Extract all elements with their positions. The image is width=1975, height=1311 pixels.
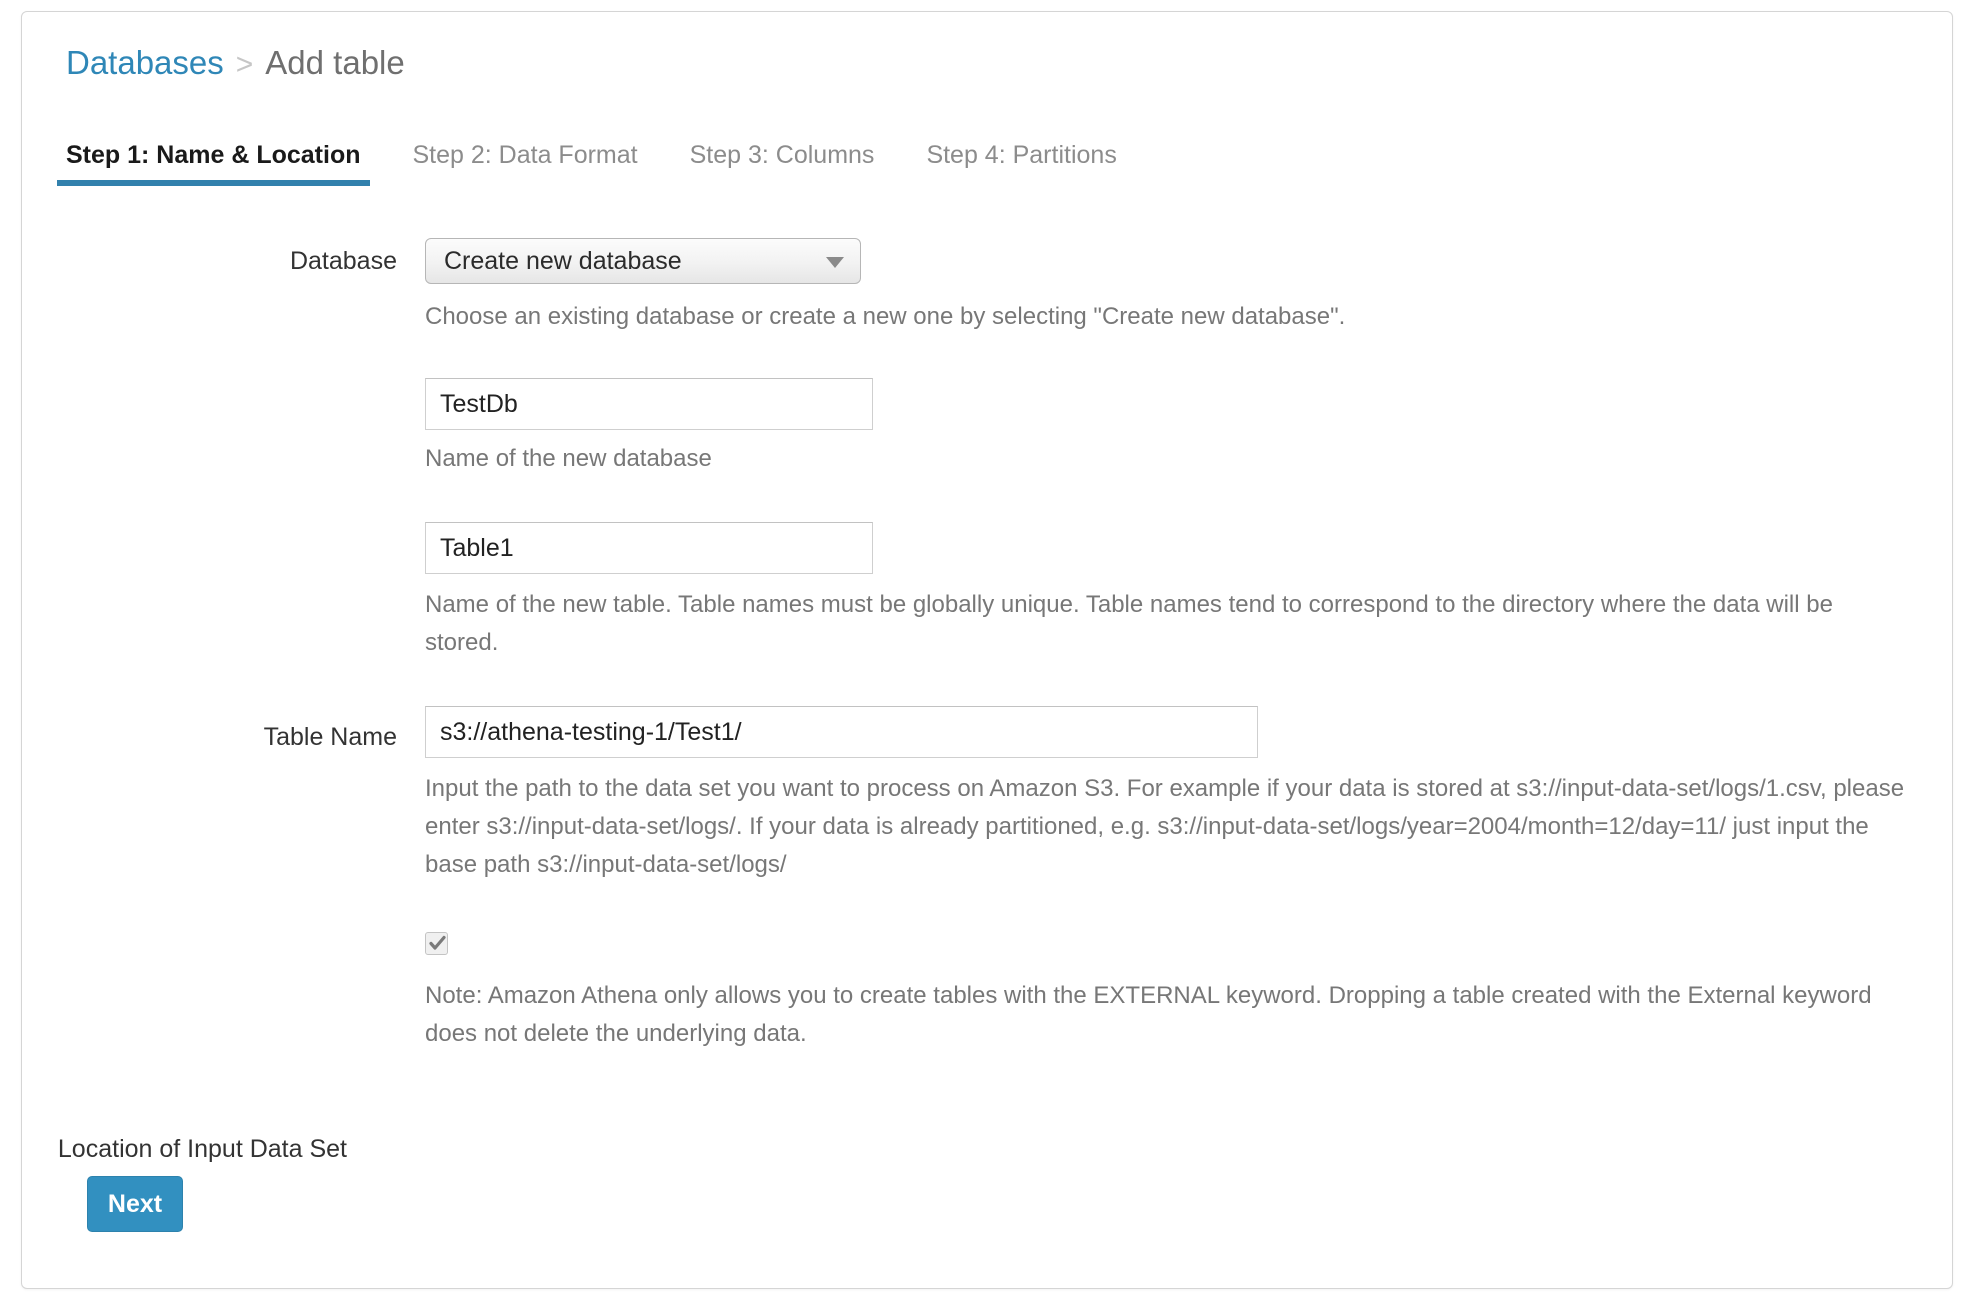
database-select-value: Create new database [444,247,682,275]
wizard-steps-tablist: Step 1: Name & Location Step 2: Data For… [57,140,1117,196]
add-table-form: Database Create new database Choose an e… [22,238,1952,1163]
next-button[interactable]: Next [87,1176,183,1232]
tab-step-3-columns[interactable]: Step 3: Columns [690,140,875,186]
breadcrumb-separator-icon: > [235,48,254,81]
breadcrumb: Databases > Add table [66,42,405,86]
field-external: External Note: Amazon Athena only allows… [22,932,1952,1053]
tab-step-2-data-format[interactable]: Step 2: Data Format [413,140,638,186]
tab-step-1-name-location[interactable]: Step 1: Name & Location [57,140,369,186]
table-name-input[interactable] [425,522,873,574]
field-table-name: Table Name Name of the new table. Table … [22,522,1952,751]
table-name-help-text: Name of the new table. Table names must … [425,591,1833,656]
location-help-text: Input the path to the data set you want … [425,775,1905,878]
location-input[interactable] [425,706,1258,758]
chevron-down-icon [826,257,844,268]
external-help-text: Note: Amazon Athena only allows you to c… [425,982,1872,1047]
database-help-text: Choose an existing database or create a … [425,303,1346,330]
database-name-help-text: Name of the new database [425,445,712,472]
database-select[interactable]: Create new database [425,238,861,284]
breadcrumb-current-add-table: Add table [265,44,405,81]
breadcrumb-link-databases[interactable]: Databases [66,44,224,81]
field-location: Location of Input Data Set Input the pat… [22,706,1952,1163]
add-table-panel: Databases > Add table Step 1: Name & Locat… [21,11,1953,1289]
label-location: Location of Input Data Set [57,1135,347,1163]
label-database: Database [289,247,397,275]
external-checkbox[interactable] [425,932,448,955]
check-icon [429,935,446,950]
field-database-name: Name of the new database [22,378,1952,478]
tab-step-4-partitions[interactable]: Step 4: Partitions [926,140,1116,186]
database-name-input[interactable] [425,378,873,430]
field-database: Database Create new database Choose an e… [22,238,1952,336]
